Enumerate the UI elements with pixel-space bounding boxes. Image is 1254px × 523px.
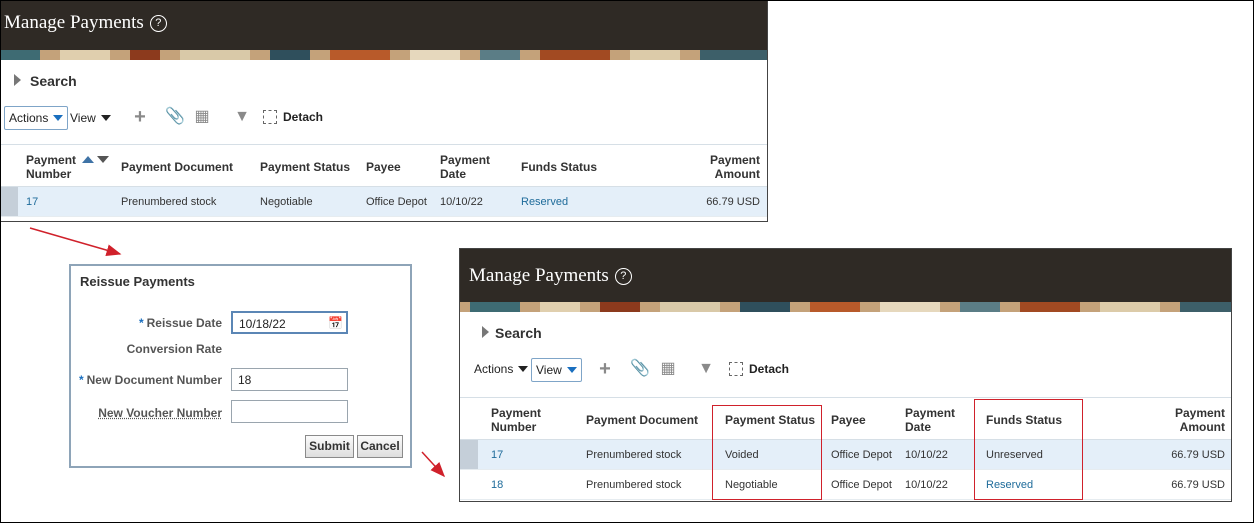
- annotation-arrows: [29, 227, 446, 478]
- arrow-to-dialog: [29, 227, 122, 257]
- arrow-to-result: [421, 451, 446, 478]
